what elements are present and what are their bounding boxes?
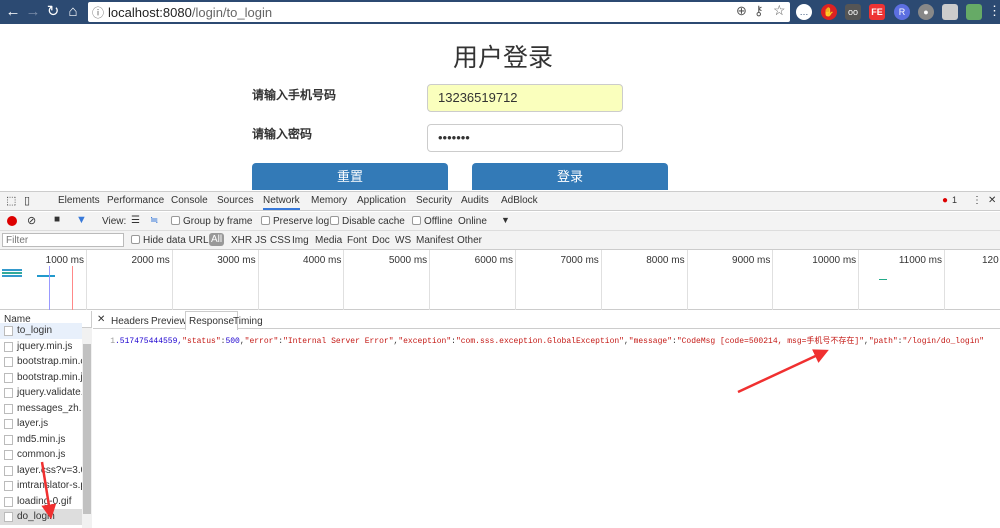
- annotation-arrow: [40, 461, 57, 520]
- annotation-arrow: [737, 349, 829, 394]
- annotation-arrows: [40, 349, 829, 520]
